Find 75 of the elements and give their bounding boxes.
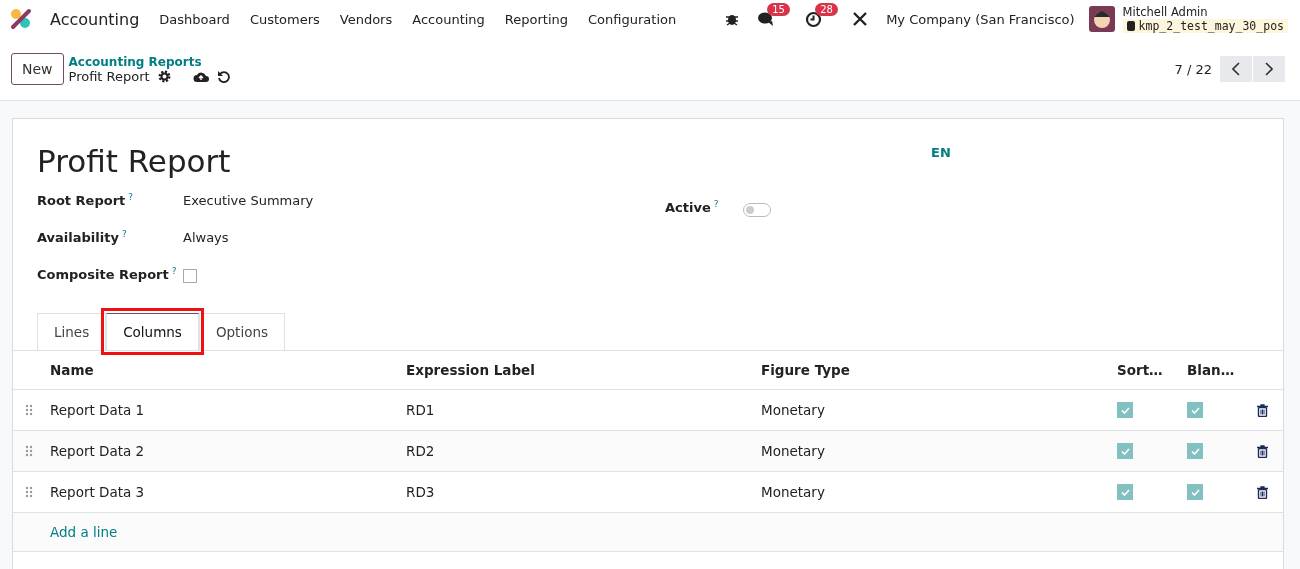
record-name: Profit Report [68,68,150,84]
chevron-left-icon [1232,62,1240,76]
column-header[interactable]: Blan… [1187,362,1257,378]
checkbox[interactable] [1117,443,1133,459]
menu-item[interactable]: Dashboard [159,11,230,27]
delete-icon[interactable] [1257,444,1268,458]
next-button[interactable] [1253,56,1285,82]
message-count-badge: 15 [767,3,790,16]
checkmark-icon [1190,488,1200,496]
drag-handle-icon[interactable] [25,445,33,457]
checkmark-icon [1190,406,1200,414]
checkmark-icon [1120,406,1130,414]
chat-icon[interactable] [757,11,776,27]
table-cell-text: RD1 [406,402,436,418]
column-header[interactable]: Sort… [1117,362,1187,378]
menu-item[interactable]: Vendors [339,11,393,27]
previous-button[interactable] [1220,56,1252,82]
gear-icon[interactable] [157,69,171,83]
checkmark-icon [1120,447,1130,455]
checkbox[interactable] [183,269,197,283]
database-name: kmp_2_test_may_30_pos [1122,19,1288,33]
app-name[interactable]: Accounting [50,9,140,29]
record-title: Profit Report [37,143,232,179]
checkbox[interactable] [1117,484,1133,500]
menu-item[interactable]: Configuration [588,11,677,27]
clock-icon[interactable] [805,10,823,28]
table-cell-text: RD3 [406,484,436,500]
table-cell-text: Monetary [761,402,826,418]
help-tooltip[interactable]: ? [713,200,719,209]
database-icon [1126,21,1135,31]
table-cell-text: Monetary [761,443,826,459]
column-header[interactable]: Figure Type [761,362,1117,378]
drag-handle-icon[interactable] [25,404,33,416]
column-header[interactable]: Name [50,362,406,378]
checkbox[interactable] [1187,402,1203,418]
chevron-right-icon [1265,62,1273,76]
table-cell-text: Monetary [761,484,826,500]
language-button[interactable]: EN [931,145,951,160]
undo-icon[interactable] [216,69,230,83]
menu-item[interactable]: Reporting [504,11,569,27]
checkmark-icon [1190,447,1200,455]
bug-icon[interactable] [725,12,740,26]
new-button[interactable]: New [11,53,64,85]
add-line-link[interactable]: Add a line [50,524,406,540]
menu-item[interactable]: Accounting [412,11,485,27]
table-cell-text: RD2 [406,443,436,459]
column-header[interactable]: Expression Label [406,362,761,378]
table-cell-text: Report Data 1 [50,402,146,418]
drag-handle-icon[interactable] [25,486,33,498]
field-label: Composite Report [37,267,169,282]
table-cell-text: Report Data 2 [50,443,146,459]
checkbox[interactable] [1187,443,1203,459]
table-cell-text: Report Data 3 [50,484,146,500]
help-tooltip[interactable]: ? [171,267,177,276]
field-label: Availability [37,230,119,245]
app-logo-icon[interactable] [10,8,32,30]
help-tooltip[interactable]: ? [128,193,134,202]
help-tooltip[interactable]: ? [121,230,127,239]
breadcrumb-link[interactable]: Accounting Reports [68,54,230,69]
field-value[interactable]: Executive Summary [183,193,314,208]
tab[interactable]: Options [198,313,285,350]
checkbox[interactable] [1117,402,1133,418]
activity-count-badge: 28 [815,2,838,16]
menu-item[interactable]: Customers [249,11,320,27]
delete-icon[interactable] [1257,403,1268,417]
user-name[interactable]: Mitchell Admin [1122,5,1288,19]
company-switcher[interactable]: My Company (San Francisco) [886,11,1075,27]
delete-icon[interactable] [1257,485,1268,499]
checkmark-icon [1120,488,1130,496]
field-label: Root Report [37,193,126,208]
checkbox[interactable] [1187,484,1203,500]
field-value[interactable]: Always [183,230,229,245]
avatar-icon[interactable] [1088,6,1115,32]
pager-counter: 7 / 22 [1174,61,1212,77]
field-label: Active [665,200,711,215]
